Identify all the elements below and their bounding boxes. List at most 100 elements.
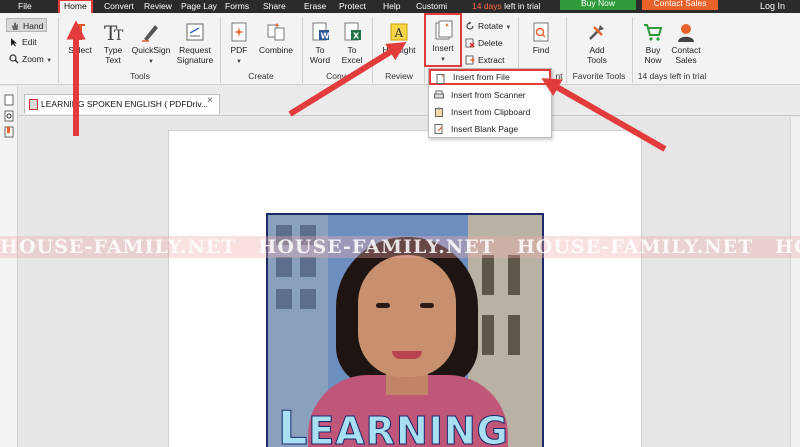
zoom-tool-button[interactable]: Zoom ▼ [9,52,52,66]
request-signature-button[interactable]: Request Signature [174,21,216,65]
highlight-icon: A [390,23,408,41]
ribbon-toolbar: Hand Edit Zoom ▼ Select TT Type Text Quic… [0,13,800,85]
svg-text:W: W [321,32,330,41]
type-text-label-2: Text [105,55,121,65]
menu-share[interactable]: Share [263,0,286,13]
insert-label: Insert [432,43,454,53]
chevron-down-icon: ▼ [505,25,512,31]
headset-icon [678,24,694,42]
insert-button[interactable]: Insert ▼ [427,19,459,65]
ribbon-separator [302,17,303,83]
menu-home[interactable]: Home [58,0,93,14]
delete-page-button[interactable]: Delete [465,36,503,50]
left-panel-rail [0,86,18,447]
search-page-icon[interactable] [4,110,14,122]
login-link[interactable]: Log In [760,0,785,13]
pdf-file-icon [29,99,38,110]
insert-file-icon [436,74,445,84]
to-excel-button[interactable]: X To Excel [338,21,366,65]
insert-page-icon [435,20,453,40]
menu-file[interactable]: File [18,0,32,13]
add-tools-button[interactable]: Add Tools [582,21,612,65]
window [482,255,494,295]
svg-text:A: A [394,26,404,40]
magnifier-icon [9,54,19,64]
cover-title-big-letter: L [277,401,309,447]
type-text-button[interactable]: TT Type Text [99,21,127,65]
find-button[interactable]: Find [526,21,556,55]
ribbon-separator [566,17,567,83]
ribbon-separator [220,17,221,83]
buy-now-button[interactable]: Buy Now [560,0,636,10]
menu-review[interactable]: Review [144,0,172,13]
menu-help[interactable]: Help [383,0,400,13]
to-excel-label-2: Excel [341,55,363,65]
rotate-button[interactable]: Rotate ▼ [465,19,511,33]
ribbon-buy-now-button[interactable]: Buy Now [640,21,666,65]
window [300,257,316,277]
chevron-down-icon: ▼ [440,57,446,63]
menu-bar: File Home Convert Review Page Lay Forms … [0,0,800,14]
tools-icon [589,25,604,40]
menu-erase[interactable]: Erase [304,0,326,13]
pen-icon [142,25,158,42]
combine-button[interactable]: Combine [256,21,296,55]
ribbon-contact-label-1: Contact [671,45,701,55]
add-tools-label-1: Add [589,45,605,55]
document-tab[interactable]: LEARNING SPOKEN ENGLISH ( PDFDriv... [24,94,220,114]
to-word-button[interactable]: W To Word [306,21,334,65]
menu-page-layout[interactable]: Page Lay [181,0,217,13]
create-group-label: Create [248,71,274,81]
quicksign-button[interactable]: QuickSign ▼ [129,21,173,67]
window [482,315,494,355]
edit-tool-button[interactable]: Edit [9,35,37,49]
type-text-icon: TT [104,21,124,43]
blank-page-icon [434,124,443,134]
highlight-button[interactable]: A Highlight [377,21,421,55]
window [276,289,292,309]
svg-text:X: X [353,32,360,41]
hand-tool-button[interactable]: Hand [6,18,48,32]
favorite-tools-group-label: Favorite Tools [572,71,626,81]
close-tab-icon[interactable]: × [207,95,213,106]
extract-page-button[interactable]: Extract [465,53,504,67]
menu-insert-from-scanner[interactable]: Insert from Scanner [429,87,551,103]
quicksign-label: QuickSign [131,45,171,55]
request-signature-label-2: Signature [176,55,214,65]
combine-label: Combine [258,45,294,55]
hand-tool-label: Hand [23,21,44,31]
rotate-label: Rotate [478,21,504,31]
select-tool-button[interactable]: Select [62,21,98,55]
cover-title: LEARNING [277,401,509,447]
hand-icon [12,22,18,30]
menu-insert-from-clipboard[interactable]: Insert from Clipboard [429,104,551,120]
vertical-scrollbar[interactable] [790,117,800,447]
menu-forms[interactable]: Forms [225,0,249,13]
ribbon-contact-sales-button[interactable]: Contact Sales [668,21,704,65]
menu-insert-from-file[interactable]: Insert from File [429,69,551,85]
ribbon-buy-label-2: Now [644,55,662,65]
menu-protect[interactable]: Protect [339,0,366,13]
bookmark-icon[interactable] [4,126,14,138]
add-tools-label-2: Tools [587,55,607,65]
extract-page-label: Extract [478,55,505,65]
menu-insert-from-scanner-label: Insert from Scanner [451,90,526,100]
menu-insert-blank-page[interactable]: Insert Blank Page [429,121,551,137]
contact-sales-button[interactable]: Contact Sales [642,0,718,10]
to-excel-label-1: To [347,45,357,55]
trial-rest: left in trial [504,1,541,11]
pdf-icon [231,22,247,42]
menu-convert[interactable]: Convert [104,0,134,13]
window [508,315,520,355]
to-word-label-1: To [315,45,325,55]
portrait-eye [376,303,390,308]
rotate-icon [466,21,474,30]
ribbon-separator [372,17,373,83]
page-thumbnails-icon[interactable] [4,94,14,106]
create-pdf-button[interactable]: PDF ▼ [226,21,252,67]
menu-insert-from-file-label: Insert from File [453,72,510,82]
find-icon [533,22,549,42]
menu-customize[interactable]: Customi [416,0,447,13]
ribbon-buy-label-1: Buy [645,45,661,55]
excel-icon: X [344,22,361,41]
